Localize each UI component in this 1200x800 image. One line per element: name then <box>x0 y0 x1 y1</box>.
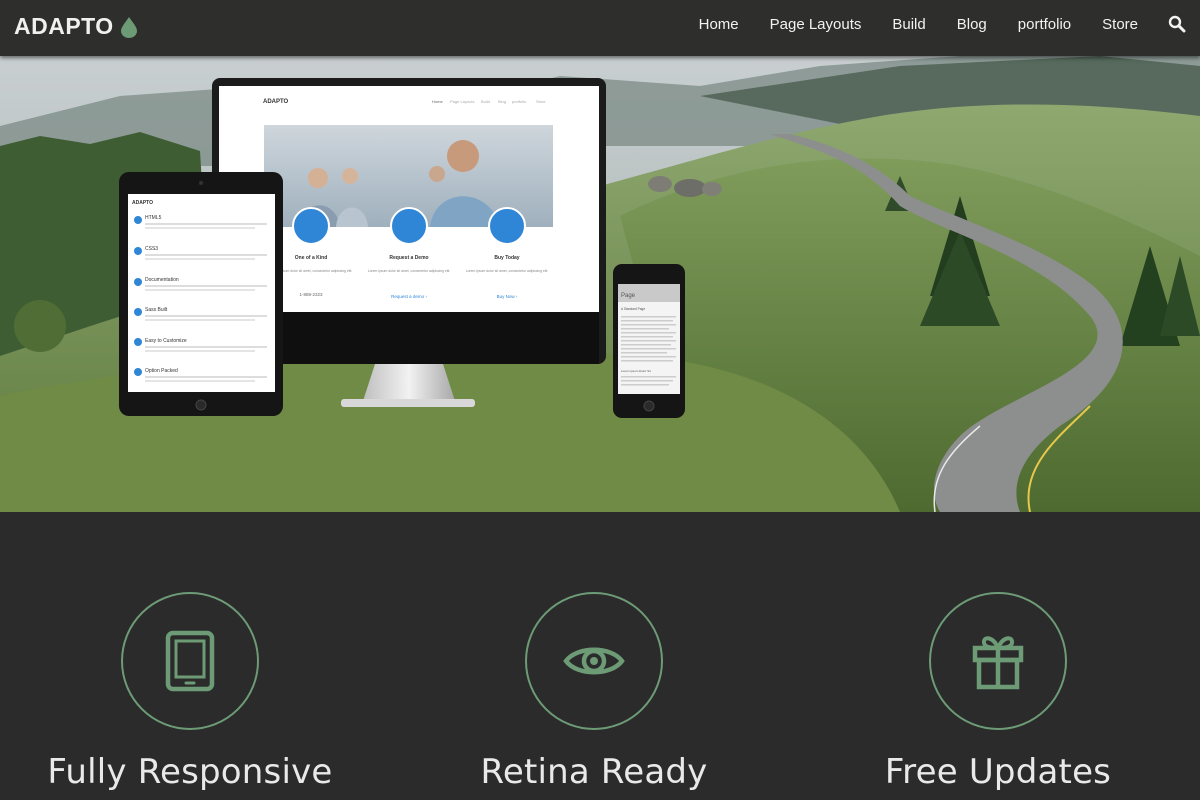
feature-fully-responsive: Fully Responsive <box>10 592 370 792</box>
monitor-nav-portfolio: portfolio <box>512 99 527 104</box>
feature-title: Fully Responsive <box>47 752 333 792</box>
nav-item-page-layouts[interactable]: Page Layouts <box>770 16 862 33</box>
eye-icon <box>563 647 625 675</box>
logo-text: ADAPTO <box>14 13 114 39</box>
drop-icon <box>120 16 137 38</box>
feature-title: Free Updates <box>884 752 1112 792</box>
tablet-item-5: Easy to Customize <box>145 338 187 344</box>
monitor-col-3-link: Buy Now › <box>497 294 518 299</box>
monitor-col-3-text: Lorem ipsum dolor sit amet, consectetur … <box>466 269 549 273</box>
monitor-nav-store: Store <box>536 99 546 104</box>
feature-free-updates: Free Updates <box>818 592 1178 792</box>
hero-banner: ADAPTO Home Page Layouts Build Blog port… <box>0 56 1200 512</box>
tablet-item-4: Sass Built <box>145 307 168 313</box>
hero-landscape-image: ADAPTO Home Page Layouts Build Blog port… <box>0 56 1200 512</box>
gift-icon <box>972 636 1024 690</box>
feature-title: Retina Ready <box>480 752 708 792</box>
phone-subtitle: A Standard Page <box>621 307 645 311</box>
nav-item-blog[interactable]: Blog <box>957 16 987 33</box>
tablet-item-3: Documentation <box>145 277 179 283</box>
phone-page-title: Page <box>621 293 636 299</box>
feature-icon-circle <box>929 592 1067 730</box>
nav-item-portfolio[interactable]: portfolio <box>1018 16 1071 33</box>
feature-icon-circle <box>121 592 259 730</box>
monitor-col-2-title: Request a Demo <box>389 255 428 261</box>
monitor-brand: ADAPTO <box>263 99 289 105</box>
tablet-item-2: CSS3 <box>145 246 158 252</box>
search-icon[interactable] <box>1168 15 1186 33</box>
feature-retina-ready: Retina Ready <box>414 592 774 792</box>
monitor-col-2-link: Request a demo › <box>391 294 427 299</box>
monitor-col-3-title: Buy Today <box>494 255 519 261</box>
monitor-nav-build: Build <box>481 99 490 104</box>
monitor-nav-blog: Blog <box>498 99 506 104</box>
monitor-col-2-text: Lorem ipsum dolor sit amet, consectetur … <box>368 269 451 273</box>
tablet-item-6: Option Packed <box>145 368 178 374</box>
monitor-nav-home: Home <box>432 99 443 104</box>
nav-item-build[interactable]: Build <box>892 16 925 33</box>
features-section: Fully Responsive Retina Ready Free Updat… <box>0 512 1200 800</box>
nav-item-store[interactable]: Store <box>1102 16 1138 33</box>
monitor-nav-layouts: Page Layouts <box>450 99 474 104</box>
tablet-brand: ADAPTO <box>132 200 153 206</box>
phone-footer-text: Lorem ipsum Dolor Sit <box>621 369 651 373</box>
top-navbar: ADAPTO Home Page Layouts Build Blog port… <box>0 0 1200 56</box>
monitor-col-1-link: 1-888-2323 <box>299 292 323 297</box>
main-nav: Home Page Layouts Build Blog portfolio S… <box>699 0 1200 48</box>
tablet-item-1: HTML5 <box>145 215 162 221</box>
nav-item-home[interactable]: Home <box>699 16 739 33</box>
site-logo[interactable]: ADAPTO <box>14 13 138 40</box>
monitor-col-1-title: One of a Kind <box>295 255 328 261</box>
tablet-mockup: ADAPTO HTML5 CSS3 Documentation Sass Bui… <box>119 172 283 416</box>
phone-mockup: Page A Standard Page Lorem ipsum Dolor S… <box>613 264 685 418</box>
feature-icon-circle <box>525 592 663 730</box>
tablet-icon <box>165 630 215 692</box>
